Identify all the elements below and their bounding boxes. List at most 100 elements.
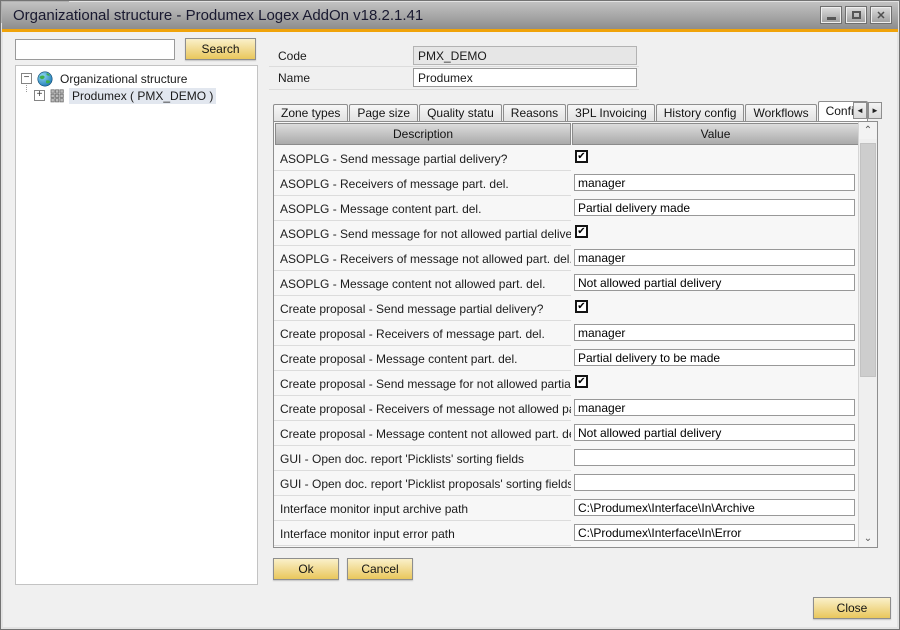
tree-item-organizational-structure[interactable]: − Organizational structure: [21, 70, 190, 87]
table-row: Create proposal - Receivers of message p…: [274, 321, 859, 346]
row-description: Interface monitor input error path: [274, 521, 571, 546]
table-row: ASOPLG - Send message partial delivery? ✔: [274, 146, 859, 171]
row-value-cell: [571, 346, 859, 371]
table-row: ASOPLG - Message content part. del.: [274, 196, 859, 221]
close-button[interactable]: Close: [813, 597, 891, 619]
row-value-cell: [571, 171, 859, 196]
collapse-expander-icon[interactable]: −: [21, 73, 32, 84]
config-checkbox[interactable]: ✔: [575, 375, 588, 388]
row-description: Create proposal - Send message partial d…: [274, 296, 571, 321]
table-row: Interface monitor input error path: [274, 521, 859, 546]
search-input[interactable]: [15, 39, 175, 60]
table-row: ASOPLG - Message content not allowed par…: [274, 271, 859, 296]
value-column-header[interactable]: Value: [572, 123, 859, 145]
row-description: ASOPLG - Send message partial delivery?: [274, 146, 571, 171]
chevron-left-icon: ◄: [856, 106, 864, 115]
config-value-input[interactable]: [574, 274, 855, 291]
tab-scroll-left-button[interactable]: ◄: [853, 102, 867, 119]
tab-workflows[interactable]: Workflows: [745, 104, 816, 121]
tab-zone-types[interactable]: Zone types: [273, 104, 348, 121]
company-grid-icon: [50, 89, 65, 103]
config-table: Description Value ASOPLG - Send message …: [273, 121, 878, 548]
row-value-cell: [571, 321, 859, 346]
name-field[interactable]: [413, 68, 637, 87]
scroll-up-icon: ⌃: [864, 125, 872, 136]
chevron-right-icon: ►: [871, 106, 879, 115]
config-value-input[interactable]: [574, 349, 855, 366]
row-value-cell: [571, 521, 859, 546]
minimize-button[interactable]: [820, 6, 842, 24]
config-value-input[interactable]: [574, 249, 855, 266]
accent-line: [2, 29, 898, 32]
tree-item-label: Produmex ( PMX_DEMO ): [69, 88, 216, 104]
config-value-input[interactable]: [574, 474, 855, 491]
cancel-button[interactable]: Cancel: [347, 558, 413, 580]
description-column-header[interactable]: Description: [275, 123, 571, 145]
config-value-input[interactable]: [574, 524, 855, 541]
row-description: ASOPLG - Message content part. del.: [274, 196, 571, 221]
maximize-button[interactable]: [845, 6, 867, 24]
row-description: ASOPLG - Send message for not allowed pa…: [274, 221, 571, 246]
row-value-cell: ✔: [571, 221, 859, 246]
row-description: Create proposal - Receivers of message p…: [274, 321, 571, 346]
app-window: Organizational structure - Produmex Loge…: [0, 0, 900, 630]
row-value-cell: ✔: [571, 371, 859, 396]
config-checkbox[interactable]: ✔: [575, 225, 588, 238]
scroll-down-button[interactable]: ⌄: [859, 530, 877, 547]
config-value-input[interactable]: [574, 324, 855, 341]
row-description: ASOPLG - Receivers of message part. del.: [274, 171, 571, 196]
row-value-cell: [571, 271, 859, 296]
scroll-up-button[interactable]: ⌃: [859, 122, 877, 139]
table-row: ASOPLG - Receivers of message part. del.: [274, 171, 859, 196]
row-value-cell: [571, 196, 859, 221]
config-value-input[interactable]: [574, 199, 855, 216]
row-description: GUI - Open doc. report 'Picklists' sorti…: [274, 446, 571, 471]
title-bar: Organizational structure - Produmex Loge…: [2, 2, 898, 29]
close-window-button[interactable]: ✕: [870, 6, 892, 24]
table-row: Create proposal - Message content part. …: [274, 346, 859, 371]
tab-quality-statu[interactable]: Quality statu: [419, 104, 502, 121]
vertical-scrollbar[interactable]: ⌃ ⌄: [858, 122, 877, 547]
config-value-input[interactable]: [574, 449, 855, 466]
row-value-cell: [571, 446, 859, 471]
config-checkbox[interactable]: ✔: [575, 300, 588, 313]
config-value-input[interactable]: [574, 499, 855, 516]
config-value-input[interactable]: [574, 399, 855, 416]
minimize-icon: [827, 17, 836, 20]
tab-history-config[interactable]: History config: [656, 104, 745, 121]
scrollbar-thumb[interactable]: [860, 143, 876, 377]
tab-3pl-invoicing[interactable]: 3PL Invoicing: [567, 104, 655, 121]
window-controls: ✕: [820, 6, 892, 24]
ok-button[interactable]: Ok: [273, 558, 339, 580]
config-checkbox[interactable]: ✔: [575, 150, 588, 163]
config-value-input[interactable]: [574, 424, 855, 441]
table-row: Create proposal - Message content not al…: [274, 421, 859, 446]
tab-scroll-right-button[interactable]: ►: [868, 102, 882, 119]
code-field: [413, 46, 637, 65]
table-body: ASOPLG - Send message partial delivery? ✔…: [274, 146, 859, 547]
code-label: Code: [278, 49, 307, 63]
row-description: Create proposal - Receivers of message n…: [274, 396, 571, 421]
form-separator: [269, 89, 639, 90]
row-description: Create proposal - Message content not al…: [274, 421, 571, 446]
tab-reasons[interactable]: Reasons: [503, 104, 566, 121]
expand-expander-icon[interactable]: +: [34, 90, 45, 101]
tab-page-size[interactable]: Page size: [349, 104, 418, 121]
tree-item-produmex[interactable]: + Produmex ( PMX_DEMO ): [34, 87, 216, 104]
window-title: Organizational structure - Produmex Loge…: [13, 7, 423, 24]
table-row: GUI - Open doc. report 'Picklist proposa…: [274, 471, 859, 496]
close-icon: ✕: [876, 9, 885, 22]
config-value-input[interactable]: [574, 174, 855, 191]
search-button[interactable]: Search: [185, 38, 256, 60]
scroll-down-icon: ⌄: [864, 533, 872, 544]
tree-item-label: Organizational structure: [57, 71, 190, 87]
row-value-cell: ✔: [571, 146, 859, 171]
table-row: Create proposal - Send message partial d…: [274, 296, 859, 321]
row-value-cell: [571, 421, 859, 446]
row-description: ASOPLG - Message content not allowed par…: [274, 271, 571, 296]
row-value-cell: [571, 496, 859, 521]
name-label: Name: [278, 71, 310, 85]
tab-scroll-arrows: ◄ ►: [853, 102, 882, 119]
row-description: Create proposal - Send message for not a…: [274, 371, 571, 396]
row-description: ASOPLG - Receivers of message not allowe…: [274, 246, 571, 271]
